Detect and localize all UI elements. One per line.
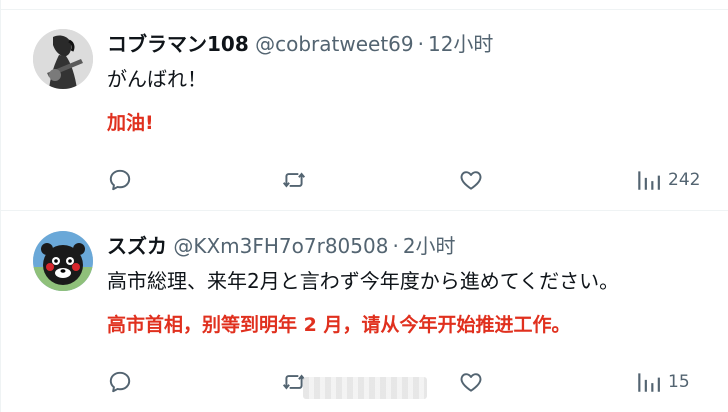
views-count: 242 xyxy=(668,170,701,190)
views-bar-chart-icon xyxy=(638,373,660,392)
reply-button[interactable] xyxy=(107,367,133,397)
user-handle[interactable]: @cobratweet69 xyxy=(255,32,414,56)
reply-bubble-icon xyxy=(109,169,131,191)
tweet-text: 高市総理、来年2月と言わず今年度から進めてください。 xyxy=(107,269,620,293)
display-name[interactable]: コブラマン108 xyxy=(107,32,249,56)
like-button[interactable] xyxy=(458,367,484,397)
timeline: コブラマン108 @cobratweet69·12小时 がんばれ！ 加油! xyxy=(0,0,728,412)
views-button[interactable]: 15 xyxy=(635,367,690,397)
timestamp[interactable]: 12小时 xyxy=(428,32,493,56)
tweet[interactable]: コブラマン108 @cobratweet69·12小时 がんばれ！ 加油! xyxy=(1,10,728,211)
tweet-header: スズカ @KXm3FH7o7r80508 · 2小时 xyxy=(107,234,456,258)
user-handle[interactable]: @KXm3FH7o7r80508 xyxy=(173,234,388,258)
tweet-actions: 242 xyxy=(1,165,728,195)
heart-icon xyxy=(460,171,482,190)
avatar-guitarist-image xyxy=(33,29,93,89)
reply-bubble-icon xyxy=(109,371,131,393)
watermark-overlay xyxy=(303,377,427,399)
separator-dot: · xyxy=(417,32,424,56)
avatar[interactable] xyxy=(33,29,93,89)
views-count: 15 xyxy=(668,372,690,392)
heart-icon xyxy=(460,373,482,392)
display-name[interactable]: スズカ xyxy=(107,234,167,258)
like-button[interactable] xyxy=(458,165,484,195)
translation-text: 加油! xyxy=(107,112,154,134)
retweet-arrows-icon xyxy=(282,172,306,188)
tweet-header: コブラマン108 @cobratweet69 · 12小时 xyxy=(107,32,493,56)
reply-button[interactable] xyxy=(107,165,133,195)
avatar-kumamon-image xyxy=(33,231,93,291)
retweet-button[interactable] xyxy=(281,165,307,195)
timestamp[interactable]: 2小时 xyxy=(403,234,456,258)
separator-dot: · xyxy=(392,234,399,258)
avatar[interactable] xyxy=(33,231,93,291)
tweet-text: がんばれ！ xyxy=(107,67,207,91)
views-bar-chart-icon xyxy=(638,171,660,190)
translation-text: 高市首相，别等到明年 2 月，请从今年开始推进工作。 xyxy=(107,314,571,336)
views-button[interactable]: 242 xyxy=(635,165,700,195)
tweet[interactable]: スズカ @KXm3FH7o7r80508 · 2小时 高市総理、来年2月と言わず今年… xyxy=(1,212,728,412)
